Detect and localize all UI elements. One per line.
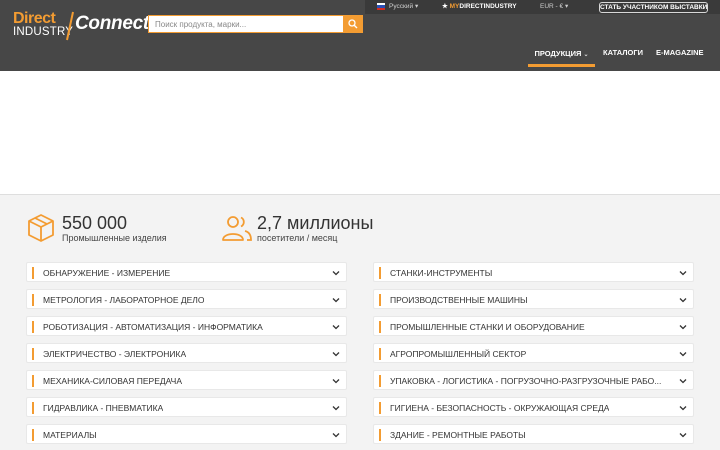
chevron-down-icon <box>332 271 340 276</box>
category-item[interactable]: ГИДРАВЛИКА - ПНЕВМАТИКА <box>26 397 347 417</box>
users-icon <box>222 216 252 241</box>
chevron-down-icon <box>332 298 340 303</box>
nav-active-underline <box>528 64 595 67</box>
category-label: ПРОМЫШЛЕННЫЕ СТАНКИ И ОБОРУДОВАНИЕ <box>390 322 585 332</box>
category-item[interactable]: МЕТРОЛОГИЯ - ЛАБОРАТОРНОЕ ДЕЛО <box>26 289 347 309</box>
category-label: РОБОТИЗАЦИЯ - АВТОМАТИЗАЦИЯ - ИНФОРМАТИК… <box>43 322 263 332</box>
my-directindustry-link[interactable]: ★ MYDIRECTINDUSTRY <box>442 3 517 11</box>
category-label: МЕХАНИКА-СИЛОВАЯ ПЕРЕДАЧА <box>43 376 182 386</box>
category-item[interactable]: МЕХАНИКА-СИЛОВАЯ ПЕРЕДАЧА <box>26 370 347 390</box>
currency-selector[interactable]: EUR - € ▾ <box>540 3 568 11</box>
logo-slash-icon <box>66 11 74 41</box>
category-accent-bar <box>379 294 381 306</box>
stat-visitors-label: посетители / месяц <box>257 233 338 243</box>
category-accent-bar <box>379 321 381 333</box>
chevron-down-icon: ▾ <box>414 3 419 10</box>
category-label: СТАНКИ-ИНСТРУМЕНТЫ <box>390 268 493 278</box>
chevron-down-icon <box>679 325 687 330</box>
category-item[interactable]: УПАКОВКА - ЛОГИСТИКА - ПОГРУЗОЧНО-РАЗГРУ… <box>373 370 694 390</box>
search-icon <box>348 19 358 29</box>
category-accent-bar <box>32 321 34 333</box>
nav-products[interactable]: ПРОДУКЦИЯ ⌄ <box>528 44 595 67</box>
nav-products-label: ПРОДУКЦИЯ <box>534 49 582 58</box>
my-prefix: MY <box>449 3 460 10</box>
category-item[interactable]: МАТЕРИАЛЫ <box>26 424 347 444</box>
category-label: ЗДАНИЕ - РЕМОНТНЫЕ РАБОТЫ <box>390 430 526 440</box>
stat-products-number: 550 000 <box>62 213 128 233</box>
category-accent-bar <box>32 267 34 279</box>
category-label: ЭЛЕКТРИЧЕСТВО - ЭЛЕКТРОНИКА <box>43 349 187 359</box>
category-accent-bar <box>379 375 381 387</box>
category-item[interactable]: ОБНАРУЖЕНИЕ - ИЗМЕРЕНИЕ <box>26 262 347 282</box>
search-input[interactable] <box>149 16 344 32</box>
chevron-down-icon <box>679 433 687 438</box>
chevron-down-icon <box>332 379 340 384</box>
logo-connect: Connect <box>75 13 149 34</box>
chevron-down-icon <box>679 271 687 276</box>
category-accent-bar <box>379 429 381 441</box>
category-item[interactable]: ПРОМЫШЛЕННЫЕ СТАНКИ И ОБОРУДОВАНИЕ <box>373 316 694 336</box>
category-label: ОБНАРУЖЕНИЕ - ИЗМЕРЕНИЕ <box>43 268 171 278</box>
stat-visitors-number: 2,7 миллионы <box>257 213 374 233</box>
category-label: ГИДРАВЛИКА - ПНЕВМАТИКА <box>43 403 164 413</box>
chevron-down-icon <box>679 406 687 411</box>
chevron-down-icon <box>332 433 340 438</box>
chevron-down-icon: ⌄ <box>583 52 589 58</box>
site-logo[interactable]: Direct INDUSTRY Connect <box>13 10 149 41</box>
category-item[interactable]: СТАНКИ-ИНСТРУМЕНТЫ <box>373 262 694 282</box>
category-accent-bar <box>379 348 381 360</box>
chevron-down-icon <box>332 325 340 330</box>
chevron-down-icon <box>332 352 340 357</box>
search-box <box>148 15 363 33</box>
category-item[interactable]: ГИГИЕНА - БЕЗОПАСНОСТЬ - ОКРУЖАЮЩАЯ СРЕД… <box>373 397 694 417</box>
chevron-down-icon <box>679 298 687 303</box>
category-label: ГИГИЕНА - БЕЗОПАСНОСТЬ - ОКРУЖАЮЩАЯ СРЕД… <box>390 403 610 413</box>
category-accent-bar <box>379 402 381 414</box>
my-suffix: DIRECTINDUSTRY <box>459 3 517 10</box>
category-item[interactable]: ПРОИЗВОДСТВЕННЫЕ МАШИНЫ <box>373 289 694 309</box>
category-label: ПРОИЗВОДСТВЕННЫЕ МАШИНЫ <box>390 295 528 305</box>
category-accent-bar <box>32 429 34 441</box>
chevron-down-icon: ▾ <box>564 3 569 10</box>
category-accent-bar <box>32 402 34 414</box>
category-accent-bar <box>379 267 381 279</box>
chevron-down-icon <box>332 406 340 411</box>
category-item[interactable]: АГРОПРОМЫШЛЕННЫЙ СЕКТОР <box>373 343 694 363</box>
chevron-down-icon <box>679 379 687 384</box>
box-icon <box>28 214 54 242</box>
language-selector[interactable]: Русский ▾ <box>389 3 418 11</box>
search-button[interactable] <box>343 15 363 33</box>
chevron-down-icon <box>679 352 687 357</box>
category-accent-bar <box>32 375 34 387</box>
category-label: АГРОПРОМЫШЛЕННЫЙ СЕКТОР <box>390 349 527 359</box>
category-item[interactable]: ЭЛЕКТРИЧЕСТВО - ЭЛЕКТРОНИКА <box>26 343 347 363</box>
category-item[interactable]: РОБОТИЗАЦИЯ - АВТОМАТИЗАЦИЯ - ИНФОРМАТИК… <box>26 316 347 336</box>
category-label: УПАКОВКА - ЛОГИСТИКА - ПОГРУЗОЧНО-РАЗГРУ… <box>390 376 662 386</box>
category-accent-bar <box>32 348 34 360</box>
language-label: Русский <box>389 3 414 10</box>
stat-products-label: Промышленные изделия <box>62 233 167 243</box>
category-accent-bar <box>32 294 34 306</box>
star-icon: ★ <box>442 3 448 10</box>
russia-flag-icon <box>377 3 385 10</box>
banner-area <box>0 71 720 195</box>
category-label: МАТЕРИАЛЫ <box>43 430 97 440</box>
category-item[interactable]: ЗДАНИЕ - РЕМОНТНЫЕ РАБОТЫ <box>373 424 694 444</box>
currency-label: EUR - € <box>540 3 564 10</box>
nav-emagazine[interactable]: E-MAGAZINE <box>656 48 704 57</box>
category-label: МЕТРОЛОГИЯ - ЛАБОРАТОРНОЕ ДЕЛО <box>43 295 205 305</box>
nav-catalogs[interactable]: КАТАЛОГИ <box>603 48 643 57</box>
become-exhibitor-button[interactable]: СТАТЬ УЧАСТНИКОМ ВЫСТАВКИ <box>599 2 708 13</box>
